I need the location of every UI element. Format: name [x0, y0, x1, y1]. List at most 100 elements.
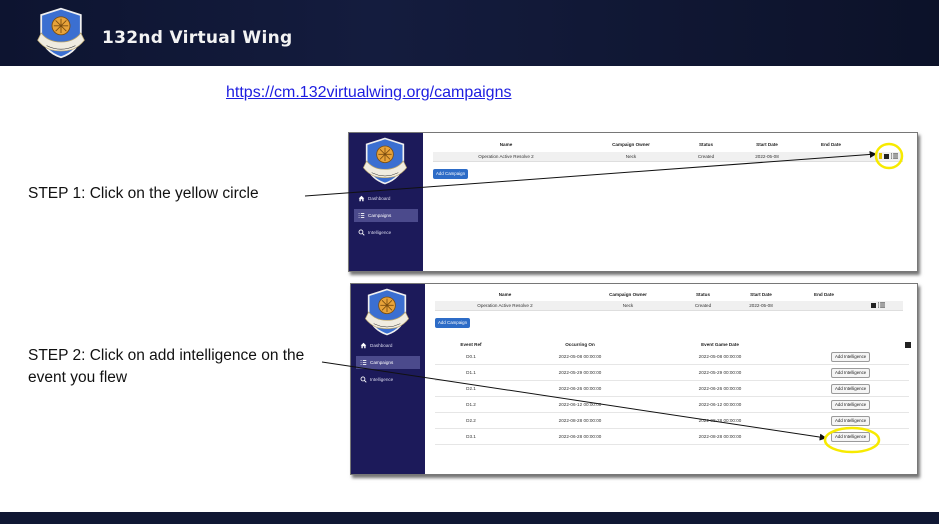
campaign-status: Created: [697, 154, 715, 159]
wing-crest-icon: [362, 287, 412, 337]
campaign-row-actions: [879, 153, 898, 159]
campaign-owner: Neck: [622, 303, 634, 308]
column-header-end-date: End Date: [821, 142, 841, 147]
table-row: D0.1 2022-05-08 00:00:00 2022-05-08 00:0…: [435, 349, 909, 365]
search-icon: [359, 376, 367, 384]
collapse-events-icon[interactable]: [905, 342, 911, 348]
collapse-icon[interactable]: [871, 302, 876, 308]
step2-instruction: STEP 2: Click on add intelligence on the…: [28, 347, 305, 386]
campaign-start-date: 2022-05-08: [755, 154, 779, 159]
sidebar-item-label: Campaigns: [368, 213, 392, 218]
table-row[interactable]: Operation Active Resolve 2 Neck Created …: [435, 301, 903, 311]
campaign-content: Name Campaign Owner Status Start Date En…: [433, 133, 917, 271]
home-icon: [357, 195, 365, 203]
campaign-name: Operation Active Resolve 2: [477, 303, 533, 308]
app-sidebar: Dashboard Campaigns Intelligence: [351, 284, 425, 474]
table-row: D2.2 2022-08-28 00:00:00 2022-08-28 00:0…: [435, 413, 909, 429]
event-ref: D2.1: [466, 386, 476, 391]
column-header-occurring-on: Occurring On: [565, 342, 595, 347]
table-row: D1.1 2022-05-29 00:00:00 2022-05-29 00:0…: [435, 365, 909, 381]
event-ref: D2.2: [466, 418, 476, 423]
sidebar-menu: Dashboard Campaigns Intelligence: [356, 339, 420, 390]
list-icon[interactable]: [878, 302, 885, 308]
column-header-end-date: End Date: [814, 292, 834, 297]
column-header-status: Status: [698, 142, 714, 147]
campaign-status: Created: [694, 303, 712, 308]
sidebar-item-dashboard[interactable]: Dashboard: [354, 192, 418, 205]
campaign-list-screenshot: Dashboard Campaigns Intelligence Name Ca…: [348, 132, 918, 272]
home-icon: [359, 342, 367, 350]
event-game-date: 2022-06-26 00:00:00: [698, 386, 742, 391]
event-game-date: 2022-05-29 00:00:00: [698, 370, 742, 375]
column-header-status: Status: [695, 292, 711, 297]
table-row: D1.2 2022-06-12 00:00:00 2022-06-12 00:0…: [435, 397, 909, 413]
add-intelligence-button[interactable]: Add Intelligence: [831, 400, 871, 410]
column-header-name: Name: [499, 142, 513, 147]
column-header-start-date: Start Date: [756, 142, 778, 147]
sidebar-item-dashboard[interactable]: Dashboard: [356, 339, 420, 352]
add-intelligence-button[interactable]: Add Intelligence: [831, 416, 871, 426]
event-game-date: 2022-05-08 00:00:00: [698, 354, 742, 359]
event-ref: D1.1: [466, 370, 476, 375]
column-header-owner: Campaign Owner: [609, 292, 647, 297]
event-occurring-on: 2022-05-08 00:00:00: [558, 354, 602, 359]
add-intelligence-button[interactable]: Add Intelligence: [831, 384, 871, 394]
campaign-table-header: Name Campaign Owner Status Start Date En…: [435, 290, 903, 300]
event-content: Name Campaign Owner Status Start Date En…: [435, 284, 917, 474]
event-ref: D1.2: [466, 402, 476, 407]
add-intelligence-button[interactable]: Add Intelligence: [831, 352, 871, 362]
column-header-name: Name: [498, 292, 512, 297]
column-header-game-date: Event Game Date: [701, 342, 739, 347]
event-ref: D3.1: [466, 434, 476, 439]
wing-crest-icon: [34, 6, 88, 60]
event-game-date: 2022-08-28 00:00:00: [698, 434, 742, 439]
event-occurring-on: 2022-06-26 00:00:00: [558, 386, 602, 391]
campaign-name: Operation Active Resolve 2: [478, 154, 534, 159]
open-campaign-icon[interactable]: [879, 153, 882, 159]
add-intelligence-button[interactable]: Add Intelligence: [831, 368, 871, 378]
app-sidebar: Dashboard Campaigns Intelligence: [349, 133, 423, 271]
event-ref: D0.1: [466, 354, 476, 359]
sidebar-item-label: Intelligence: [370, 377, 394, 382]
table-row: D3.1 2022-06-28 00:00:00 2022-08-28 00:0…: [435, 429, 909, 445]
add-intelligence-button[interactable]: Add Intelligence: [831, 432, 871, 442]
sidebar-menu: Dashboard Campaigns Intelligence: [354, 192, 418, 243]
expand-icon[interactable]: [884, 153, 889, 159]
column-header-event-ref: Event Ref: [460, 342, 482, 347]
event-list-screenshot: Dashboard Campaigns Intelligence Name Ca…: [350, 283, 918, 475]
event-game-date: 2022-08-28 00:00:00: [698, 418, 742, 423]
campaign-row-actions: [871, 302, 885, 308]
step1-instruction: STEP 1: Click on the yellow circle: [28, 185, 259, 202]
table-row: D2.1 2022-06-26 00:00:00 2022-06-26 00:0…: [435, 381, 909, 397]
list-icon[interactable]: [891, 153, 898, 159]
event-occurring-on: 2022-06-12 00:00:00: [558, 402, 602, 407]
list-icon: [357, 212, 365, 220]
footer-band: [0, 512, 939, 524]
header-banner: 132nd Virtual Wing: [0, 0, 939, 66]
wing-crest-icon: [360, 136, 410, 186]
table-row[interactable]: Operation Active Resolve 2 Neck Created …: [433, 152, 903, 162]
sidebar-item-label: Dashboard: [370, 343, 393, 348]
campaign-owner: Neck: [625, 154, 637, 159]
sidebar-item-label: Campaigns: [370, 360, 394, 365]
list-icon: [359, 359, 367, 367]
event-occurring-on: 2022-06-28 00:00:00: [558, 434, 602, 439]
sidebar-item-campaigns[interactable]: Campaigns: [354, 209, 418, 222]
column-header-start-date: Start Date: [750, 292, 772, 297]
event-game-date: 2022-06-12 00:00:00: [698, 402, 742, 407]
campaigns-url-link[interactable]: https://cm.132virtualwing.org/campaigns: [226, 84, 511, 102]
sidebar-item-intelligence[interactable]: Intelligence: [354, 226, 418, 239]
column-header-owner: Campaign Owner: [612, 142, 650, 147]
header-title: 132nd Virtual Wing: [102, 28, 293, 48]
event-occurring-on: 2022-05-29 00:00:00: [558, 370, 602, 375]
sidebar-item-label: Dashboard: [368, 196, 391, 201]
event-occurring-on: 2022-08-28 00:00:00: [558, 418, 602, 423]
sidebar-item-campaigns[interactable]: Campaigns: [356, 356, 420, 369]
sidebar-item-intelligence[interactable]: Intelligence: [356, 373, 420, 386]
slide: 132nd Virtual Wing https://cm.132virtual…: [0, 0, 939, 524]
add-campaign-button[interactable]: Add Campaign: [433, 169, 469, 179]
campaign-start-date: 2022-05-08: [749, 303, 773, 308]
search-icon: [357, 229, 365, 237]
add-campaign-button[interactable]: Add Campaign: [435, 318, 471, 328]
sidebar-item-label: Intelligence: [368, 230, 392, 235]
